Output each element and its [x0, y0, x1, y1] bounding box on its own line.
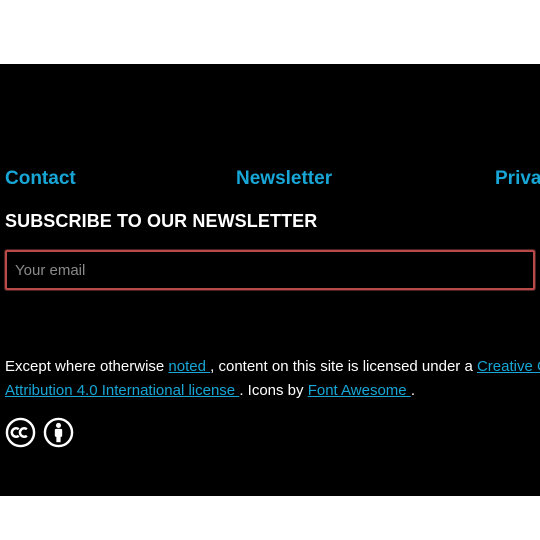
newsletter-heading: SUBSCRIBE TO OUR NEWSLETTER	[5, 211, 318, 231]
creative-commons-icon	[5, 417, 36, 448]
license-notice: Except where otherwise noted , content o…	[5, 355, 540, 403]
license-line-1: Except where otherwise noted , content o…	[5, 355, 540, 379]
license-line-2: Attribution 4.0 International license . …	[5, 379, 540, 403]
font-awesome-link[interactable]: Font Awesome	[308, 382, 411, 399]
attribution-icon	[43, 417, 74, 448]
creative-commons-link[interactable]: Creative C	[477, 358, 540, 375]
footer-link-contact[interactable]: Contact	[5, 168, 76, 190]
cc-attribution-license-link[interactable]: Attribution 4.0 International license	[5, 382, 239, 399]
license-icons	[5, 417, 74, 448]
noted-link[interactable]: noted	[168, 358, 210, 375]
email-input[interactable]	[5, 250, 535, 290]
footer-link-newsletter[interactable]: Newsletter	[236, 168, 332, 190]
license-suffix: .	[410, 382, 415, 399]
icons-by-text: . Icons by	[239, 382, 308, 399]
footer-link-privacy[interactable]: Priva	[495, 168, 540, 190]
license-prefix: Except where otherwise	[5, 358, 169, 375]
license-middle: , content on this site is licensed under…	[210, 358, 477, 375]
